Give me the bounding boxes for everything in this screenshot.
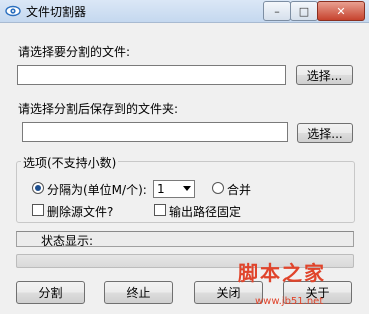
browse-target-button[interactable]: 选择... (297, 123, 353, 143)
close-window-button[interactable]: ✕ (317, 1, 365, 21)
stop-button[interactable]: 终止 (104, 281, 173, 304)
minimize-button[interactable]: – (263, 1, 291, 21)
minimize-icon: – (274, 4, 280, 18)
watermark-brand: 脚本之家 (238, 261, 326, 285)
split-button[interactable]: 分割 (16, 281, 85, 304)
eye-icon (5, 5, 21, 17)
chevron-down-icon (183, 186, 191, 191)
split-size-value: 1 (157, 182, 165, 196)
split-radio[interactable] (32, 182, 44, 194)
window-title: 文件切割器 (26, 5, 87, 19)
merge-radio[interactable] (212, 182, 224, 194)
target-folder-label: 请选择分割后保存到的文件夹: (18, 102, 179, 116)
split-radio-label: 分隔为(单位M/个): (47, 183, 147, 197)
split-size-select[interactable]: 1 (153, 180, 195, 198)
fixed-output-checkbox[interactable] (154, 204, 166, 216)
delete-source-label: 删除源文件? (47, 205, 114, 219)
source-file-input[interactable] (17, 65, 286, 85)
radio-selected-dot (35, 185, 41, 191)
fixed-output-label: 输出路径固定 (169, 205, 242, 219)
delete-source-checkbox[interactable] (32, 204, 44, 216)
target-folder-input[interactable] (22, 122, 288, 142)
maximize-icon: □ (298, 4, 310, 18)
maximize-button[interactable]: □ (290, 1, 318, 21)
status-label: 状态显示: (41, 234, 94, 248)
browse-source-button[interactable]: 选择... (296, 65, 353, 85)
merge-radio-label: 合并 (227, 183, 252, 197)
title-bar: 文件切割器 – □ ✕ (0, 0, 369, 23)
options-group-title: 选项(不支持小数) (21, 154, 119, 171)
close-icon: ✕ (336, 4, 346, 18)
watermark-url: www.jb51.net (255, 296, 324, 307)
source-file-label: 请选择要分割的文件: (18, 45, 131, 59)
